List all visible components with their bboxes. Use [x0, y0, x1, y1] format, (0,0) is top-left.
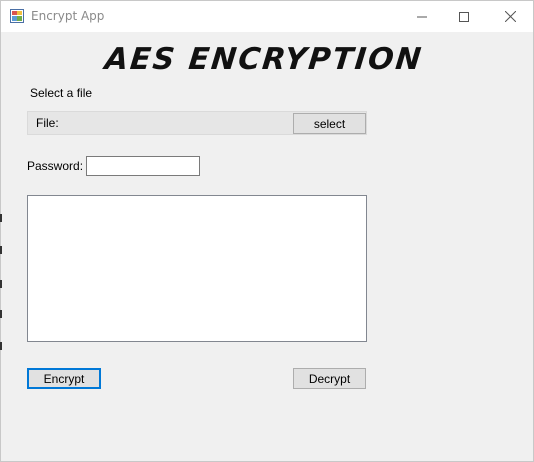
minimize-icon	[417, 16, 427, 17]
client-area: AES ENCRYPTION Select a file File: selec…	[1, 32, 533, 461]
select-file-label: Select a file	[30, 86, 93, 100]
select-file-button[interactable]: select	[293, 113, 366, 134]
close-button[interactable]	[487, 1, 533, 32]
window-title: Encrypt App	[31, 9, 105, 23]
password-field[interactable]	[86, 156, 200, 176]
text-area[interactable]	[27, 195, 367, 342]
minimize-button[interactable]	[399, 1, 445, 32]
edge-mark	[0, 214, 2, 222]
password-label: Password:	[27, 159, 84, 173]
maximize-button[interactable]	[441, 1, 487, 32]
app-window: Encrypt App AES ENCRYPTION Select a file…	[0, 0, 534, 462]
edge-mark	[0, 310, 2, 318]
title-bar[interactable]: Encrypt App	[1, 1, 533, 32]
edge-mark	[0, 246, 2, 254]
app-icon	[10, 9, 24, 23]
file-label: File:	[36, 116, 59, 130]
maximize-icon	[459, 11, 469, 22]
page-title: AES ENCRYPTION	[103, 42, 425, 77]
edge-mark	[0, 342, 2, 350]
encrypt-button[interactable]: Encrypt	[27, 368, 101, 389]
decrypt-button[interactable]: Decrypt	[293, 368, 366, 389]
edge-mark	[0, 280, 2, 288]
close-icon	[504, 11, 516, 22]
